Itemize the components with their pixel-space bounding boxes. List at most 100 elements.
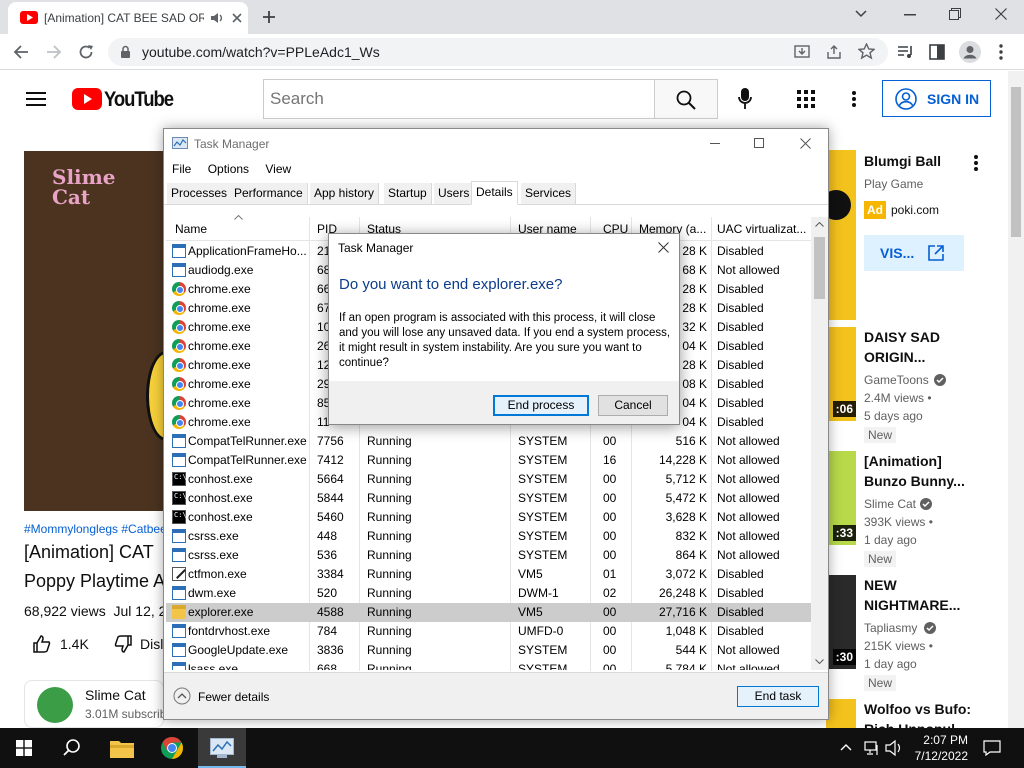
minimize-icon[interactable]: [904, 14, 916, 16]
apps-grid-icon[interactable]: [797, 90, 815, 108]
lock-icon[interactable]: [120, 45, 131, 59]
chrome-taskbar-icon[interactable]: [160, 736, 184, 760]
related-more-icon[interactable]: [974, 155, 978, 171]
table-row[interactable]: conhost.exe 5664 Running SYSTEM 00 5,712 K Not…: [166, 470, 811, 489]
table-row[interactable]: GoogleUpdate.exe 3836 Running SYSTEM 00 544 K…: [166, 641, 811, 660]
tm-close-icon[interactable]: [800, 138, 811, 149]
table-row[interactable]: CompatTelRunner.exe 7756 Running SYSTEM 00 51…: [166, 432, 811, 451]
new-tab-icon[interactable]: [262, 10, 276, 24]
table-row[interactable]: fontdrvhost.exe 784 Running UMFD-0 00 1,048 K…: [166, 622, 811, 641]
related-title[interactable]: Blumgi Ball: [864, 151, 984, 171]
settings-more-icon[interactable]: [852, 91, 856, 107]
end-task-button[interactable]: End task: [737, 686, 819, 707]
profile-avatar-icon[interactable]: [959, 41, 981, 63]
hamburger-menu-icon[interactable]: [26, 91, 46, 107]
browser-tab[interactable]: [Animation] CAT BEE SAD OR: [8, 2, 248, 34]
tab-services[interactable]: Services: [521, 183, 577, 204]
search-button[interactable]: [654, 79, 718, 119]
table-row[interactable]: csrss.exe 536 Running SYSTEM 00 864 K Not allo…: [166, 546, 811, 565]
tab-users[interactable]: Users: [434, 183, 475, 204]
task-manager-taskbar-button[interactable]: [198, 728, 246, 768]
page-scrollbar-thumb[interactable]: [1011, 87, 1021, 237]
restore-icon[interactable]: [949, 8, 961, 20]
tab-details[interactable]: Details: [471, 181, 518, 205]
side-panel-icon[interactable]: [929, 44, 945, 60]
table-row[interactable]: conhost.exe 5844 Running SYSTEM 00 5,472 K Not…: [166, 489, 811, 508]
video-player[interactable]: Slime Cat: [24, 151, 186, 511]
related-title-line1[interactable]: DAISY SAD: [864, 327, 984, 347]
fewer-details-link[interactable]: Fewer details: [198, 690, 269, 704]
bookmark-star-icon[interactable]: [858, 43, 875, 60]
channel-name[interactable]: Slime Cat: [85, 687, 146, 703]
tab-startup[interactable]: Startup: [384, 183, 432, 204]
media-controls-icon[interactable]: [897, 44, 914, 60]
related-channel[interactable]: GameToons: [864, 373, 929, 387]
tm-minimize-icon[interactable]: [710, 143, 720, 144]
related-title-line2[interactable]: Rich Unpopul...: [864, 719, 984, 728]
related-title-line2[interactable]: ORIGIN...: [864, 347, 984, 367]
related-title-line1[interactable]: Wolfoo vs Bufo:: [864, 699, 984, 719]
table-row[interactable]: CompatTelRunner.exe 7412 Running SYSTEM 16 14…: [166, 451, 811, 470]
window-close-icon[interactable]: [995, 8, 1007, 20]
process-list-scroll-thumb[interactable]: [814, 237, 825, 299]
dislike-thumb-icon[interactable]: [113, 634, 133, 654]
related-title-line1[interactable]: NEW: [864, 575, 984, 595]
related-channel[interactable]: Slime Cat: [864, 497, 916, 511]
cancel-button[interactable]: Cancel: [598, 395, 668, 416]
table-row[interactable]: csrss.exe 448 Running SYSTEM 00 832 K Not allo…: [166, 527, 811, 546]
back-arrow-icon[interactable]: [13, 44, 29, 60]
windows-start-icon[interactable]: [16, 740, 32, 756]
address-bar[interactable]: youtube.com/watch?v=PPLeAdc1_Ws: [108, 38, 888, 66]
sign-in-button[interactable]: SIGN IN: [882, 80, 991, 117]
tm-maximize-icon[interactable]: [754, 138, 764, 148]
related-thumbnail[interactable]: :06: [826, 327, 856, 421]
menu-file[interactable]: File: [172, 162, 191, 176]
scroll-down-icon[interactable]: [815, 659, 824, 664]
col-uac[interactable]: UAC virtualizat...: [717, 222, 809, 236]
menu-options[interactable]: Options: [208, 162, 249, 176]
channel-avatar[interactable]: [37, 687, 73, 723]
like-count[interactable]: 1.4K: [60, 636, 89, 652]
file-explorer-icon[interactable]: [110, 738, 134, 758]
tab-search-chevron-icon[interactable]: [855, 9, 867, 19]
related-ad-thumbnail[interactable]: [829, 150, 856, 320]
reload-icon[interactable]: [78, 44, 94, 60]
video-hashtags[interactable]: #Mommylonglegs #Catbee: [24, 522, 164, 536]
end-process-button[interactable]: End process: [493, 395, 589, 416]
menu-view[interactable]: View: [265, 162, 291, 176]
chrome-menu-icon[interactable]: [999, 44, 1003, 60]
process-list-scrollbar[interactable]: [811, 217, 828, 670]
related-title-line2[interactable]: NIGHTMARE...: [864, 595, 984, 615]
tab-processes[interactable]: Processes: [167, 183, 233, 204]
microphone-icon[interactable]: [738, 88, 752, 110]
table-row[interactable]: lsass.exe 668 Running SYSTEM 00 5,784 K Not al…: [166, 660, 811, 670]
related-thumbnail[interactable]: :30: [826, 575, 856, 669]
volume-icon[interactable]: [885, 740, 903, 756]
tray-chevron-up-icon[interactable]: [840, 743, 852, 751]
table-row[interactable]: conhost.exe 5460 Running SYSTEM 00 3,628 K Not…: [166, 508, 811, 527]
dialog-close-icon[interactable]: [658, 242, 669, 253]
tab-app-history[interactable]: App history: [310, 183, 380, 204]
related-thumbnail[interactable]: :33: [826, 451, 856, 545]
table-row[interactable]: explorer.exe 4588 Running VM5 00 27,716 K Disa…: [166, 603, 811, 622]
related-title-line2[interactable]: Bunzo Bunny...: [864, 471, 984, 491]
related-channel[interactable]: Tapliasmy: [864, 621, 917, 635]
share-icon[interactable]: [826, 44, 842, 60]
related-thumbnail[interactable]: [826, 699, 856, 728]
install-app-icon[interactable]: [794, 44, 810, 60]
network-icon[interactable]: [864, 740, 880, 756]
speaker-icon[interactable]: [210, 12, 224, 24]
ad-visit-button[interactable]: VIS...: [864, 235, 964, 271]
search-input[interactable]: [263, 79, 655, 119]
related-title-line1[interactable]: [Animation]: [864, 451, 984, 471]
scroll-up-icon[interactable]: [815, 222, 824, 227]
dislike-label[interactable]: Disl: [140, 636, 164, 652]
table-row[interactable]: ctfmon.exe 3384 Running VM5 01 3,072 K Disable…: [166, 565, 811, 584]
like-thumb-icon[interactable]: [32, 634, 52, 654]
tab-performance[interactable]: Performance: [230, 183, 308, 204]
youtube-logo[interactable]: YouTube: [72, 88, 174, 112]
page-scrollbar[interactable]: [1008, 71, 1024, 728]
taskbar-search-icon[interactable]: [63, 739, 81, 757]
tab-close-icon[interactable]: [232, 13, 242, 23]
forward-arrow-icon[interactable]: [46, 44, 62, 60]
